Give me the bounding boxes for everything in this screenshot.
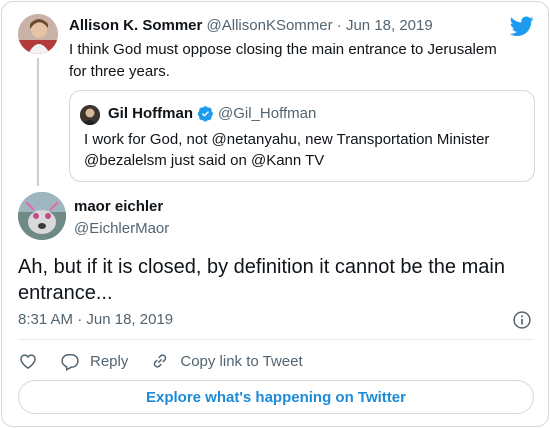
main-author-handle[interactable]: @EichlerMaor	[74, 220, 169, 237]
main-author-name[interactable]: maor eichler	[74, 198, 163, 215]
quoted-tweet-header: Gil Hoffman @Gil_Hoffman	[108, 105, 316, 122]
quoted-author-name: Gil Hoffman	[108, 105, 193, 122]
parent-tweet-text: I think God must oppose closing the main…	[69, 41, 497, 80]
parent-author-name[interactable]: Allison K. Sommer	[69, 17, 202, 34]
reply-button[interactable]: Reply	[60, 351, 128, 371]
quoted-author-avatar	[80, 105, 100, 125]
parent-author-handle[interactable]: @AllisonKSommer	[207, 17, 333, 34]
like-button[interactable]	[18, 351, 38, 371]
parent-date[interactable]: Jun 18, 2019	[346, 17, 433, 34]
heart-icon	[20, 354, 36, 369]
quoted-tweet[interactable]: Gil Hoffman @Gil_Hoffman I work for God,…	[69, 90, 535, 182]
tweet-embed-card: Allison K. Sommer @AllisonKSommer · Jun …	[1, 1, 549, 427]
main-time: 8:31 AM	[18, 311, 74, 328]
verified-badge-icon	[197, 106, 213, 122]
parent-separator: ·	[336, 17, 342, 34]
reply-label: Reply	[90, 352, 129, 370]
parent-avatar[interactable]	[18, 14, 58, 54]
actions-divider	[18, 339, 534, 340]
link-icon	[154, 354, 167, 368]
main-tweet-text: Ah, but if it is closed, by definition i…	[18, 256, 505, 304]
explore-twitter-button[interactable]: Explore what's happening on Twitter	[18, 380, 534, 414]
quoted-tweet-text: I work for God, not @netanyahu, new Tran…	[84, 131, 490, 169]
parent-tweet-header: Allison K. Sommer @AllisonKSommer · Jun …	[69, 17, 433, 34]
copy-link-button[interactable]: Copy link to Tweet	[150, 351, 303, 371]
twitter-bird-icon[interactable]	[510, 14, 534, 38]
info-icon[interactable]	[512, 310, 532, 330]
thread-connector-line	[37, 58, 39, 186]
quoted-author-handle: @Gil_Hoffman	[218, 105, 317, 122]
reply-icon	[61, 354, 79, 371]
main-date: Jun 18, 2019	[86, 311, 174, 328]
main-tweet-timestamp[interactable]: 8:31 AM · Jun 18, 2019	[18, 311, 173, 328]
main-author-avatar[interactable]	[18, 192, 66, 240]
copy-link-label: Copy link to Tweet	[180, 352, 303, 370]
main-separator: ·	[77, 311, 83, 328]
tweet-actions: Reply Copy link to Tweet	[18, 351, 325, 371]
